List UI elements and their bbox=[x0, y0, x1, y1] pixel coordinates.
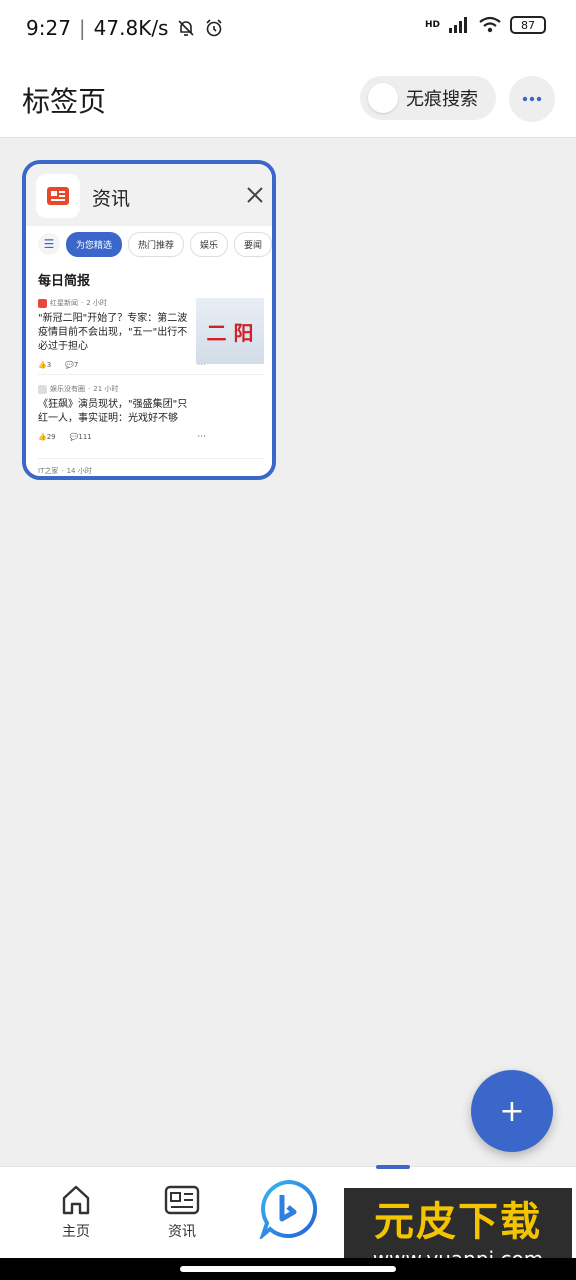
preview-source: 娱乐没有圈 · 21 小时 bbox=[38, 382, 188, 396]
preview-source-dot: · bbox=[61, 467, 64, 475]
wifi-icon bbox=[479, 16, 501, 33]
preview-news-item: 红星新闻 · 2 小时 "新冠二阳"开始了？专家：第二波疫情目前不会出现，"五一… bbox=[38, 296, 206, 372]
comment-value: 111 bbox=[78, 433, 92, 441]
preview-chip: 为您精选 bbox=[65, 231, 122, 257]
network-tag: HD bbox=[424, 20, 440, 30]
like-value: 29 bbox=[46, 433, 56, 441]
like-value: 3 bbox=[46, 361, 52, 369]
toggle-knob bbox=[368, 83, 398, 113]
page-title: 标签页 bbox=[22, 85, 107, 118]
preview-news-item: 娱乐没有圈 · 21 小时 《狂飙》演员现状，"强盛集团"只红一人，事实证明：光… bbox=[38, 382, 206, 444]
watermark-title: 元皮下载 bbox=[374, 1199, 542, 1245]
more-button[interactable] bbox=[509, 76, 555, 122]
home-indicator[interactable] bbox=[180, 1266, 396, 1272]
preview-chip: 娱乐 bbox=[189, 231, 228, 257]
status-time: 9:27 bbox=[26, 16, 71, 40]
alarm-icon bbox=[206, 19, 223, 37]
news-favicon-icon bbox=[47, 187, 69, 205]
incognito-toggle[interactable]: 无痕搜索 bbox=[360, 76, 496, 120]
comment-value: 7 bbox=[73, 361, 79, 369]
preview-source: 红星新闻 · 2 小时 bbox=[38, 296, 188, 310]
preview-meta: 👍29 💬111 bbox=[38, 430, 188, 444]
preview-divider bbox=[38, 374, 264, 375]
plus-icon: + bbox=[499, 1093, 525, 1129]
close-icon bbox=[247, 187, 263, 203]
battery-level: 87 bbox=[521, 18, 535, 32]
new-tab-button[interactable]: + bbox=[471, 1070, 553, 1152]
nav-home-label: 主页 bbox=[62, 1224, 90, 1240]
like-count: 👍29 bbox=[38, 433, 56, 441]
preview-source-time: 14 小时 bbox=[66, 467, 92, 475]
source-logo-icon bbox=[38, 384, 47, 394]
tab-favicon bbox=[36, 174, 80, 218]
status-right: HD 87 bbox=[425, 16, 546, 34]
nav-news[interactable]: 资讯 bbox=[142, 1183, 222, 1253]
news-icon bbox=[164, 1185, 200, 1215]
tabs-header: 标签页 无痕搜索 bbox=[0, 60, 576, 138]
signal-icon bbox=[449, 17, 467, 33]
preview-source: IT之家 · 14 小时 bbox=[38, 464, 188, 476]
source-logo-icon bbox=[38, 298, 47, 308]
status-bar: 9:27 | 47.8K/s HD 87 bbox=[0, 0, 576, 60]
status-net-speed: 47.8K/s bbox=[93, 16, 169, 40]
status-separator: | bbox=[78, 16, 86, 40]
system-home-bar bbox=[0, 1258, 576, 1280]
nav-home[interactable]: 主页 bbox=[36, 1183, 116, 1253]
like-count: 👍3 bbox=[38, 361, 52, 369]
comment-count: 💬111 bbox=[69, 433, 92, 441]
preview-source-name: 红星新闻 bbox=[50, 299, 78, 307]
thumbnail-text: 二 阳 bbox=[206, 320, 254, 345]
bell-off-icon bbox=[178, 20, 195, 36]
preview-thumbnail: 二 阳 bbox=[196, 298, 264, 364]
home-icon bbox=[62, 1185, 90, 1215]
active-tab-indicator bbox=[376, 1165, 410, 1169]
preview-chip: 要闻 bbox=[233, 231, 272, 257]
comment-count: 💬7 bbox=[65, 361, 79, 369]
tab-card[interactable]: 资讯 ☰ 为您精选 热门推荐 娱乐 要闻 每日简报 红星新闻 · 2 小时 "新… bbox=[22, 160, 276, 480]
preview-heading: 每日简报 bbox=[38, 274, 91, 289]
preview-source-dot: · bbox=[88, 385, 91, 393]
preview-more-icon: ··· bbox=[197, 432, 206, 442]
tab-preview: ☰ 为您精选 热门推荐 娱乐 要闻 每日简报 红星新闻 · 2 小时 "新冠二阳… bbox=[26, 226, 272, 476]
battery-indicator: 87 bbox=[510, 16, 546, 34]
preview-menu-icon: ☰ bbox=[38, 233, 60, 255]
bing-chat-icon bbox=[259, 1179, 318, 1239]
preview-chip: 热门推荐 bbox=[127, 231, 184, 257]
preview-source-name: IT之家 bbox=[38, 467, 59, 475]
preview-source-time: 2 小时 bbox=[86, 299, 107, 307]
status-left: 9:27 | 47.8K/s bbox=[26, 16, 224, 40]
preview-divider bbox=[38, 458, 264, 459]
tab-close-button[interactable] bbox=[240, 180, 270, 210]
preview-source-dot: · bbox=[81, 299, 84, 307]
preview-meta: 👍3 💬7 bbox=[38, 358, 188, 372]
preview-source-name: 娱乐没有圈 bbox=[50, 385, 85, 393]
tab-card-header: 资讯 bbox=[26, 164, 272, 226]
incognito-label: 无痕搜索 bbox=[406, 89, 478, 110]
more-dots-icon bbox=[522, 96, 542, 102]
nav-news-label: 资讯 bbox=[168, 1224, 196, 1240]
bing-button[interactable] bbox=[256, 1177, 320, 1241]
tab-title: 资讯 bbox=[92, 188, 131, 210]
preview-news-item: IT之家 · 14 小时 bbox=[38, 464, 188, 476]
preview-category-bar: ☰ 为您精选 热门推荐 娱乐 要闻 bbox=[26, 226, 272, 262]
preview-headline: "新冠二阳"开始了？专家：第二波疫情目前不会出现，"五一"出行不必过于担心 bbox=[38, 313, 188, 352]
preview-source-time: 21 小时 bbox=[93, 385, 119, 393]
preview-headline: 《狂飙》演员现状，"强盛集团"只红一人，事实证明：光戏好不够 bbox=[38, 399, 188, 424]
